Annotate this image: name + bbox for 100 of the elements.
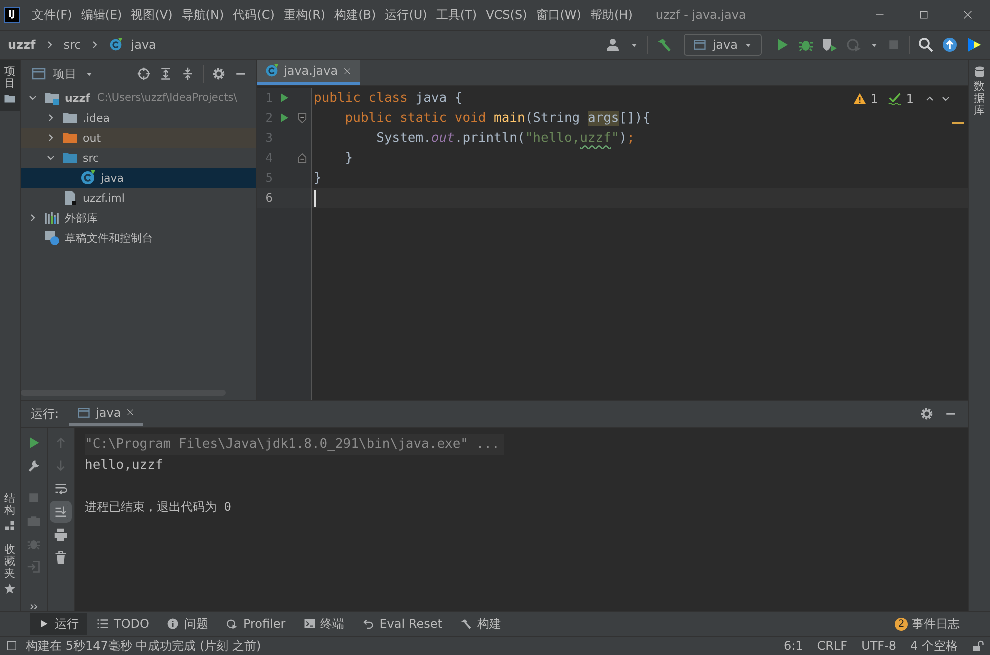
tool-window-tab[interactable]: 终端 <box>296 613 353 635</box>
scrollbar[interactable] <box>21 390 226 396</box>
menu-item[interactable]: 导航(N) <box>182 6 224 24</box>
cursor-position[interactable]: 6:1 <box>784 639 804 653</box>
class-icon <box>109 38 124 52</box>
scroll-to-end-icon[interactable] <box>54 505 68 519</box>
menu-item[interactable]: 视图(V) <box>131 6 173 24</box>
breadcrumb[interactable]: java <box>131 38 156 52</box>
console-line: hello,uzzf <box>85 457 164 475</box>
run-config-dropdown[interactable]: java <box>684 34 762 56</box>
tree-item[interactable]: out <box>21 128 256 148</box>
tool-window-tab[interactable]: 问题 <box>159 613 216 635</box>
menu-item[interactable]: 代码(C) <box>233 6 275 24</box>
folder-icon <box>62 130 78 146</box>
tool-window-tab[interactable]: 数据库 <box>969 60 990 124</box>
class-icon <box>80 170 96 186</box>
console-line: 进程已结束，退出代码为 0 <box>85 499 232 516</box>
fold-marker-icon[interactable] <box>298 112 306 124</box>
module-folder-icon <box>44 90 60 106</box>
tree-item[interactable]: 草稿文件和控制台 <box>21 228 256 248</box>
project-path: C:\Users\uzzf\IdeaProjects\ <box>97 92 238 104</box>
update-icon[interactable] <box>942 37 958 53</box>
printer-icon[interactable] <box>54 528 68 542</box>
line-separator[interactable]: CRLF <box>817 639 848 653</box>
tool-window-tab[interactable]: 构建 <box>452 613 510 635</box>
menu-item[interactable]: 重构(R) <box>284 6 326 24</box>
panel-title: 运行: <box>31 406 60 422</box>
menu-item[interactable]: 窗口(W) <box>536 6 582 24</box>
close-icon <box>962 9 974 21</box>
warning-icon[interactable] <box>852 92 867 106</box>
menu-item[interactable]: 文件(F) <box>32 6 72 24</box>
window-icon <box>692 38 707 52</box>
settings-icon[interactable] <box>212 67 226 81</box>
event-log-tab[interactable]: 2 事件日志 <box>895 616 960 632</box>
library-icon <box>44 210 60 226</box>
tree-item[interactable]: java <box>21 168 256 188</box>
undo-icon <box>362 618 375 630</box>
menu-item[interactable]: 帮助(H) <box>590 6 633 24</box>
close-icon[interactable] <box>343 66 352 76</box>
window-icon <box>77 406 92 420</box>
user-icon[interactable] <box>606 37 622 53</box>
search-icon[interactable] <box>918 37 934 53</box>
tree-item[interactable]: 外部库 <box>21 208 256 228</box>
class-icon <box>265 64 279 78</box>
tree-item[interactable]: uzzf C:\Users\uzzf\IdeaProjects\ <box>21 88 256 108</box>
run-icon[interactable] <box>278 92 290 104</box>
tool-window-tab[interactable]: 项目 <box>0 60 20 112</box>
hammer-icon[interactable] <box>656 37 672 53</box>
window-icon <box>31 66 47 82</box>
panel-toggle-icon[interactable] <box>6 640 18 652</box>
folder-icon <box>62 110 78 126</box>
fold-marker-icon[interactable] <box>298 152 306 164</box>
breadcrumb[interactable]: uzzf <box>8 38 36 52</box>
tool-window-tab[interactable]: TODO <box>89 613 158 635</box>
tool-window-tab[interactable]: 结构 <box>0 486 20 538</box>
tool-window-tab[interactable]: Eval Reset <box>354 613 450 635</box>
warning-count[interactable]: 1 <box>870 92 878 106</box>
collapse-all-icon[interactable] <box>181 67 195 81</box>
check-icon[interactable] <box>888 92 902 106</box>
wrench-icon[interactable] <box>27 459 41 473</box>
window-title: uzzf - java.java <box>656 8 746 22</box>
menu-item[interactable]: 运行(U) <box>385 6 428 24</box>
tree-item[interactable]: src <box>21 148 256 168</box>
line-number: 6 <box>264 191 273 205</box>
crosshair-icon[interactable] <box>137 67 151 81</box>
coverage-icon[interactable] <box>822 37 838 53</box>
indent-setting[interactable]: 4 个空格 <box>910 638 958 654</box>
logo-icon[interactable] <box>966 37 982 53</box>
run-icon[interactable] <box>278 112 290 124</box>
expand-all-icon[interactable] <box>159 67 173 81</box>
file-encoding[interactable]: UTF-8 <box>862 639 897 653</box>
structure-icon <box>4 520 16 532</box>
tree-item[interactable]: .idea <box>21 108 256 128</box>
code-line: System.out.println("hello,uzzf"); <box>376 130 635 146</box>
wrap-icon[interactable] <box>54 482 68 496</box>
editor-tab[interactable]: java.java <box>257 60 360 85</box>
breadcrumb[interactable]: src <box>64 38 82 52</box>
settings-icon[interactable] <box>920 407 934 421</box>
panel-title[interactable]: 项目 <box>53 66 77 82</box>
menu-item[interactable]: 构建(B) <box>334 6 376 24</box>
notification-count: 2 <box>895 618 908 630</box>
trash-icon[interactable] <box>54 551 68 565</box>
tool-window-tab[interactable]: Profiler <box>218 613 294 635</box>
tool-window-tab[interactable]: 运行 <box>30 613 87 635</box>
code-line: public static void main(String args[]){ <box>344 110 651 126</box>
menu-item[interactable]: 工具(T) <box>436 6 478 24</box>
app-logo[interactable]: IJ <box>4 7 20 23</box>
info-icon <box>167 618 180 630</box>
tree-item[interactable]: uzzf.iml <box>21 188 256 208</box>
close-icon[interactable] <box>126 408 136 417</box>
menu-item[interactable]: 编辑(E) <box>81 6 122 24</box>
terminal-icon <box>304 618 316 630</box>
hammer-icon <box>460 618 472 630</box>
lock-icon[interactable] <box>972 640 984 652</box>
tool-window-tab[interactable]: 收藏夹 <box>0 538 20 601</box>
list-icon <box>97 618 109 630</box>
menu-item[interactable]: VCS(S) <box>486 8 528 22</box>
code-line: public class java { <box>314 90 463 106</box>
typo-count[interactable]: 1 <box>906 92 914 106</box>
profiler-icon <box>226 618 238 630</box>
